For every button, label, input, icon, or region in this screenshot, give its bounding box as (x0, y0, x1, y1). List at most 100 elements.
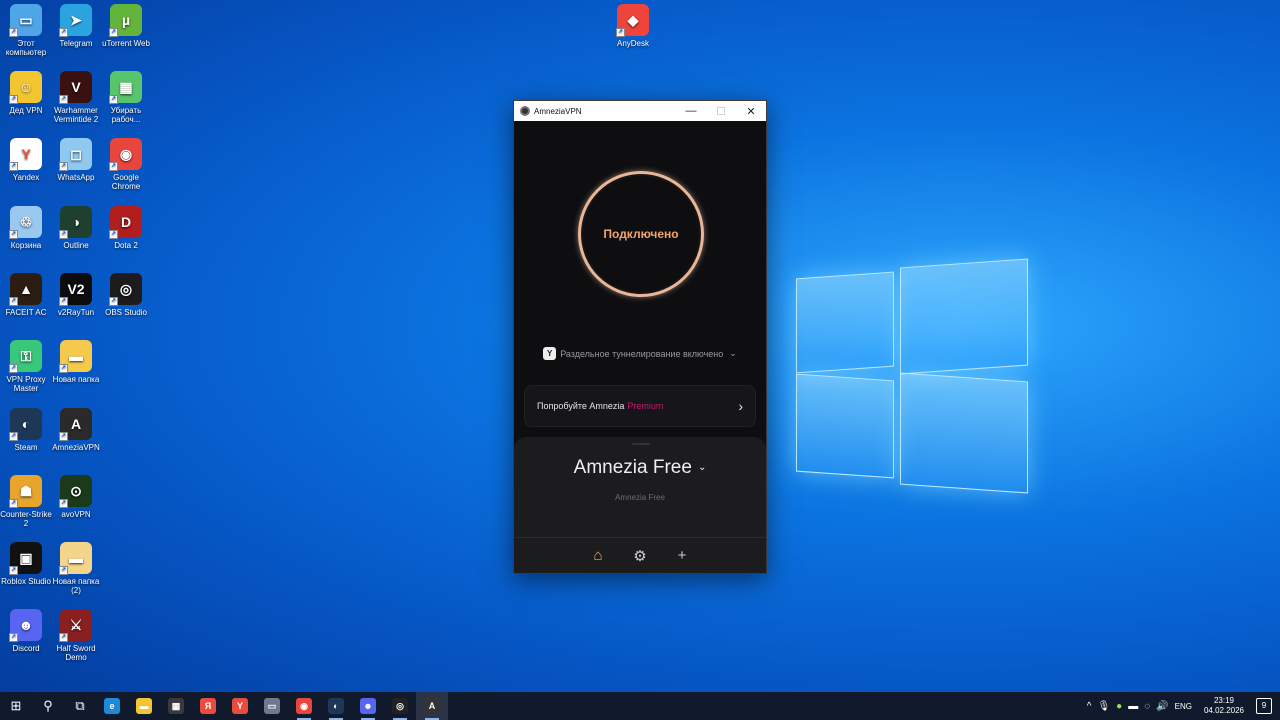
desktop-icon[interactable]: ▭ ↗ Этот компьютер (0, 4, 52, 57)
desktop-icon[interactable]: D ↗ Dota 2 (100, 206, 152, 250)
taskbar-app-chrome[interactable]: ◉ (288, 692, 320, 720)
taskbar-app-obs[interactable]: ◎ (384, 692, 416, 720)
app-icon: ▣ ↗ (9, 542, 42, 575)
yandex-browser-icon: Я (200, 698, 216, 714)
taskbar-app-yandex[interactable]: Y (224, 692, 256, 720)
desktop-icon[interactable]: ◎ ↗ OBS Studio (100, 273, 152, 317)
desktop-icon-label: Yandex (12, 173, 40, 182)
desktop-icon[interactable]: ☗ ↗ Counter-Strike 2 (0, 475, 52, 528)
desktop-icon-label: Roblox Studio (1, 577, 51, 586)
premium-promo-card[interactable]: Попробуйте Amnezia Premium › (524, 385, 756, 427)
amnezia-window[interactable]: AmneziaVPN — ☐ ✕ Подключено Y Раздельное… (513, 100, 767, 574)
server-name: Amnezia Free (573, 457, 692, 478)
desktop-icon[interactable]: ☺ ↗ Дед VPN (0, 71, 52, 115)
desktop-icon-label: OBS Studio (105, 308, 147, 317)
desktop-icon[interactable]: µ ↗ uTorrent Web (100, 4, 152, 48)
connect-button[interactable]: Подключено (578, 171, 704, 297)
folder-icon[interactable]: ▬ (1128, 701, 1138, 712)
drawer-handle[interactable] (632, 443, 650, 445)
desktop-icon[interactable]: V2 ↗ v2RayTun (50, 273, 102, 317)
shortcut-arrow-icon: ↗ (59, 499, 68, 508)
app-icon: ⊙ ↗ (59, 475, 92, 508)
start-button[interactable]: ⊞ (0, 692, 32, 720)
server-drawer[interactable]: Amnezia Free ⌄ Amnezia Free (514, 437, 766, 539)
language-indicator[interactable]: ENG (1175, 702, 1192, 711)
app-glyph-icon: V2 (67, 280, 85, 297)
desktop-icon[interactable]: ▲ ↗ FACEIT AC (0, 273, 52, 317)
explorer-icon: ▬ (136, 698, 152, 714)
bottom-navbar: ⌂ ⚙ + (514, 537, 766, 573)
tray-chevron-icon[interactable]: ^ (1087, 701, 1092, 712)
desktop-icon[interactable]: ♲ ↗ Корзина (0, 206, 52, 250)
taskbar-app-explorer[interactable]: ▬ (128, 692, 160, 720)
desktop-icon[interactable]: ◉ ↗ Google Chrome (100, 138, 152, 191)
taskbar-app-store[interactable]: ▦ (160, 692, 192, 720)
shortcut-arrow-icon: ↗ (9, 297, 18, 306)
chevron-down-icon: ⌄ (697, 462, 707, 473)
app-glyph-icon: ◎ (119, 280, 133, 297)
server-selector[interactable]: Amnezia Free ⌄ (514, 457, 766, 479)
desktop-icon[interactable]: ▬ ↗ Новая папка (2) (50, 542, 102, 595)
desktop-icon[interactable]: A ↗ AmneziaVPN (50, 408, 102, 452)
tray-app-icon[interactable]: ● (1116, 701, 1122, 712)
app-glyph-icon: ▭ (19, 11, 33, 28)
close-button[interactable]: ✕ (736, 101, 766, 121)
split-tunneling-toggle[interactable]: Y Раздельное туннелирование включено ⌄ (514, 347, 766, 360)
notifications-icon[interactable]: 9 (1256, 698, 1272, 714)
network-icon[interactable]: ◌ (1144, 701, 1150, 712)
shortcut-arrow-icon: ↗ (9, 230, 18, 239)
gear-icon[interactable]: ⚙ (630, 546, 650, 566)
desktop-icon-label: AmneziaVPN (52, 443, 100, 452)
task-view-icon[interactable]: ⧉ (64, 692, 96, 720)
promo-text: Попробуйте Amnezia (537, 401, 625, 411)
minimize-button[interactable]: — (676, 101, 706, 121)
window-titlebar[interactable]: AmneziaVPN — ☐ ✕ (514, 101, 766, 121)
desktop-icon[interactable]: ⚿ ↗ VPN Proxy Master (0, 340, 52, 393)
app-glyph-icon: µ (121, 11, 131, 28)
desktop-icon[interactable]: V ↗ Warhammer Vermintide 2 (50, 71, 102, 124)
microphone-icon[interactable]: 🎙 (1097, 701, 1110, 712)
app-glyph-icon: ☗ (19, 482, 33, 499)
desktop-icon[interactable]: ▬ ↗ Новая папка (50, 340, 102, 384)
shortcut-arrow-icon: ↗ (59, 633, 68, 642)
desktop-icon[interactable]: ☻ ↗ Discord (0, 609, 52, 653)
taskbar-app-yandex-browser[interactable]: Я (192, 692, 224, 720)
shortcut-arrow-icon: ↗ (59, 28, 68, 37)
app-glyph-icon: A (70, 415, 82, 432)
desktop-icon[interactable]: ◑ ↗ Outline (50, 206, 102, 250)
desktop-icon[interactable]: ▦ ↗ Убирать рабоч... (100, 71, 152, 124)
taskbar-app-discord[interactable]: ☻ (352, 692, 384, 720)
add-icon[interactable]: + (672, 546, 692, 566)
app-icon: µ ↗ (109, 4, 142, 37)
amnezia-logo-icon (520, 106, 530, 116)
desktop-icon[interactable]: Y ↗ Yandex (0, 138, 52, 182)
app-gray-icon: ▭ (264, 698, 280, 714)
app-glyph-icon: ◻ (70, 145, 82, 162)
app-icon: ➤ ↗ (59, 4, 92, 37)
obs-icon: ◎ (392, 698, 408, 714)
desktop-icon[interactable]: ▣ ↗ Roblox Studio (0, 542, 52, 586)
edge-icon: e (104, 698, 120, 714)
desktop-icon[interactable]: ➤ ↗ Telegram (50, 4, 102, 48)
app-glyph-icon: ◆ (627, 11, 639, 28)
desktop-icon[interactable]: ⊙ ↗ avoVPN (50, 475, 102, 519)
maximize-button[interactable]: ☐ (706, 101, 736, 121)
system-tray: ^ 🎙 ● ▬ ◌ 🔊 ENG 23:19 04.02.2026 9 (1087, 696, 1280, 716)
taskbar-app-steam[interactable]: ◐ (320, 692, 352, 720)
taskbar-app-app-gray[interactable]: ▭ (256, 692, 288, 720)
app-glyph-icon: ➤ (70, 11, 82, 28)
taskbar-app-edge[interactable]: e (96, 692, 128, 720)
desktop-icon[interactable]: ◻ ↗ WhatsApp (50, 138, 102, 182)
taskbar-app-amnezia[interactable]: A (416, 692, 448, 720)
desktop-icon[interactable]: ◆ ↗ AnyDesk (607, 4, 659, 48)
desktop-icon[interactable]: ◐ ↗ Steam (0, 408, 52, 452)
app-icon: ▬ ↗ (59, 340, 92, 373)
shortcut-arrow-icon: ↗ (59, 297, 68, 306)
search-icon[interactable]: ⚲ (32, 692, 64, 720)
clock[interactable]: 23:19 04.02.2026 (1204, 696, 1244, 716)
shortcut-arrow-icon: ↗ (9, 28, 18, 37)
home-icon[interactable]: ⌂ (588, 546, 608, 566)
clock-time: 23:19 (1213, 696, 1234, 705)
volume-icon[interactable]: 🔊 (1156, 701, 1168, 712)
desktop-icon[interactable]: ⚔ ↗ Half Sword Demo (50, 609, 102, 662)
